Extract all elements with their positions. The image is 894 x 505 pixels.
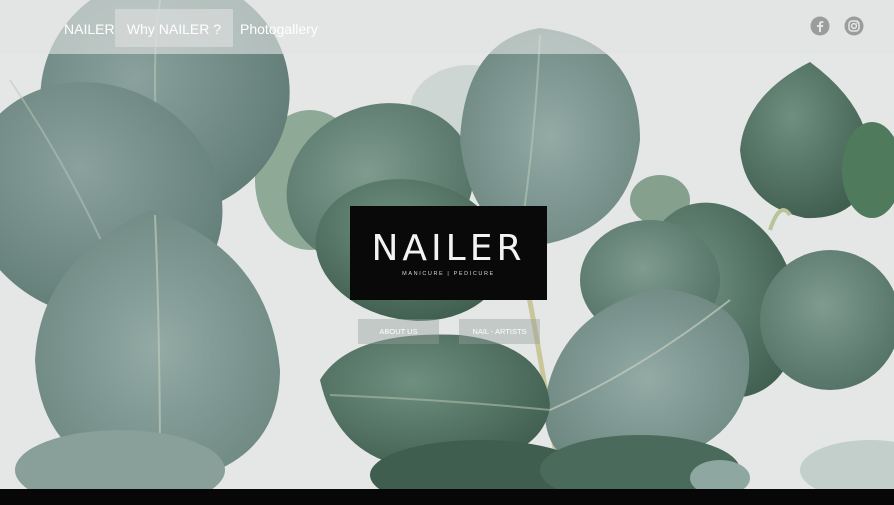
top-navigation: NAILER Why NAILER ? Photogallery bbox=[0, 0, 894, 54]
logo-wordmark: NAILER bbox=[371, 228, 526, 269]
nav-item-nailer[interactable]: NAILER bbox=[64, 9, 115, 47]
nav-item-photogallery[interactable]: Photogallery bbox=[240, 9, 318, 47]
logo: NAILER MANICURE | PEDICURE bbox=[350, 206, 547, 300]
nav-item-why-nailer[interactable]: Why NAILER ? bbox=[115, 9, 233, 47]
nail-artists-button[interactable]: NAIL - ARTISTS bbox=[459, 319, 540, 344]
about-us-button[interactable]: ABOUT US bbox=[358, 319, 439, 344]
instagram-icon[interactable] bbox=[844, 16, 864, 36]
logo-subtitle: MANICURE | PEDICURE bbox=[402, 271, 495, 277]
facebook-icon[interactable] bbox=[810, 16, 830, 36]
bottom-bar bbox=[0, 489, 894, 505]
